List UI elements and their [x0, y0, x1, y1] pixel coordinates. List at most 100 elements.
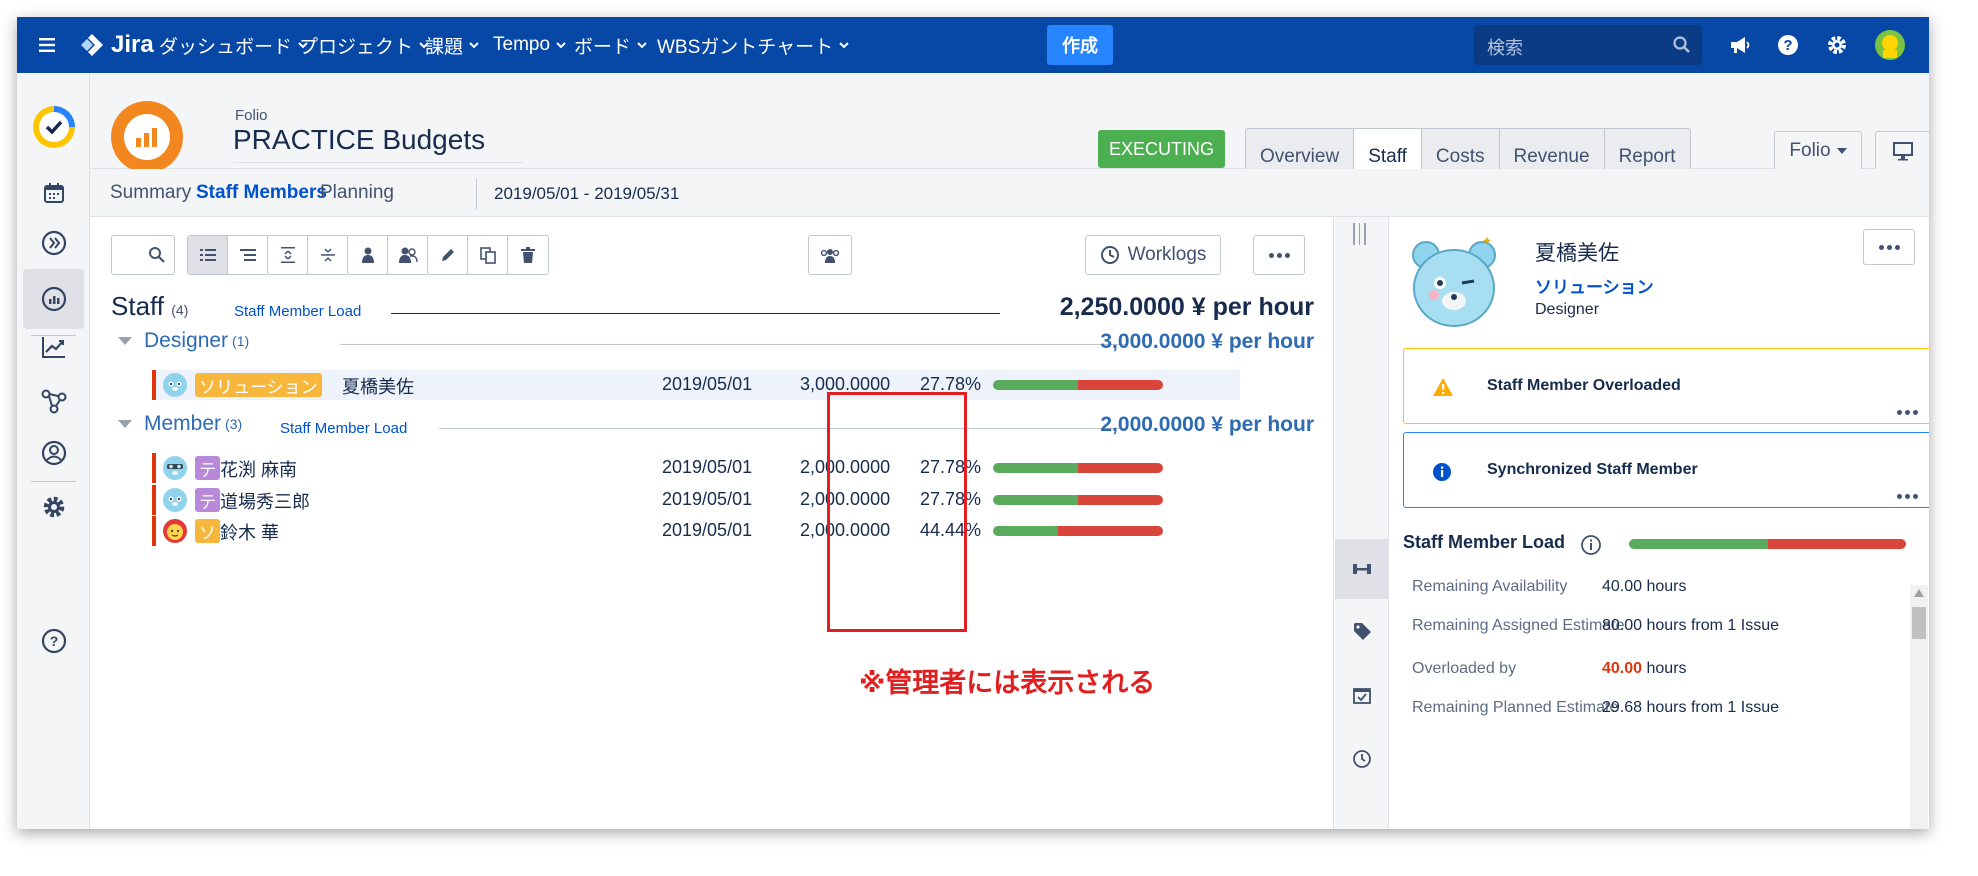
- staff-section-title: Staff (4): [111, 291, 188, 322]
- tree-view-button[interactable]: [228, 236, 268, 274]
- delete-button[interactable]: [508, 236, 548, 274]
- jira-logo-text: Jira: [111, 31, 154, 58]
- megaphone-icon[interactable]: [1729, 17, 1751, 73]
- help-icon[interactable]: ?: [1777, 17, 1799, 73]
- resize-handle[interactable]: [1353, 223, 1366, 245]
- single-user-button[interactable]: [348, 236, 388, 274]
- avatar-icon: [1875, 30, 1905, 60]
- scroll-up-icon[interactable]: [1914, 589, 1924, 597]
- project-logo-icon[interactable]: [17, 87, 90, 167]
- project-avatar[interactable]: [111, 101, 183, 173]
- more-actions-button[interactable]: [1253, 235, 1305, 275]
- date-range[interactable]: 2019/05/01 - 2019/05/31: [494, 184, 679, 204]
- scroll-thumb[interactable]: [1912, 607, 1926, 639]
- table-row[interactable]: テ 道場秀三郎 2019/05/01 2,000.0000 27.78%: [152, 485, 1252, 515]
- team-tag-label: ソリューション: [199, 377, 318, 397]
- staff-detail-name: 夏橋美佐: [1535, 242, 1619, 265]
- search-input[interactable]: 検索: [1474, 25, 1702, 65]
- alert-overloaded[interactable]: Staff Member Overloaded: [1403, 348, 1929, 424]
- workload-icon[interactable]: [1335, 539, 1389, 599]
- tag-icon[interactable]: [1335, 601, 1389, 661]
- filter-search-button[interactable]: [111, 235, 175, 275]
- nav-projects[interactable]: プロジェクト: [299, 17, 429, 73]
- menu-icon[interactable]: [39, 17, 55, 73]
- expand-icon: [280, 247, 295, 263]
- caret-down-icon: [118, 420, 132, 428]
- folio-menu-button[interactable]: Folio: [1774, 131, 1862, 171]
- info-outline-icon[interactable]: [1580, 534, 1602, 556]
- staff-divider: [391, 313, 1000, 314]
- gear-icon[interactable]: [1825, 17, 1849, 73]
- sub-navigation: Summary Staff Members Planning 2019/05/0…: [90, 169, 1929, 217]
- copy-button[interactable]: [468, 236, 508, 274]
- table-row[interactable]: ソリューション 夏橋美佐 2019/05/01 3,000.0000 27.78…: [152, 370, 1240, 400]
- app-window: Jira ダッシュボード プロジェクト 課題 Tempo ボード WBSガントチ…: [17, 17, 1929, 829]
- load-section-title: Staff Member Load: [1403, 532, 1566, 552]
- top-navigation-bar: Jira ダッシュボード プロジェクト 課題 Tempo ボード WBSガントチ…: [17, 17, 1929, 73]
- trend-chart-icon[interactable]: [17, 317, 90, 377]
- subtab-staff-members[interactable]: Staff Members: [196, 182, 327, 204]
- scrollbar[interactable]: [1910, 585, 1928, 829]
- alert-menu-icon[interactable]: [1897, 410, 1918, 415]
- staff-main-panel: Worklogs Staff (4) Staff Member Load 2,2…: [90, 217, 1334, 829]
- nav-issues[interactable]: 課題: [425, 17, 479, 73]
- staff-detail-panel: ✦ 夏橋美佐 ソリューション Designer Staff Member Ove…: [1390, 217, 1929, 829]
- edit-actions: [427, 235, 549, 275]
- bar-chart-icon: [136, 128, 157, 147]
- group-member-name: Member: [144, 412, 222, 435]
- collapse-all-button[interactable]: [308, 236, 348, 274]
- user-avatar[interactable]: [1874, 17, 1906, 73]
- copy-icon: [479, 247, 496, 264]
- hierarchy-icon[interactable]: [17, 371, 90, 431]
- nav-dashboard-label: ダッシュボード: [159, 36, 293, 58]
- member-name: 夏橋美佐: [342, 377, 414, 397]
- forward-circle-icon[interactable]: [17, 213, 90, 273]
- table-row[interactable]: テ 花渕 麻南 2019/05/01 2,000.0000 27.78%: [152, 453, 1252, 483]
- subtab-summary[interactable]: Summary: [110, 182, 191, 204]
- team-tag-label: テ: [199, 460, 216, 480]
- settings-gear-icon[interactable]: [17, 477, 90, 537]
- table-row[interactable]: ソ 鈴木 華 2019/05/01 2,000.0000 44.44%: [152, 516, 1252, 546]
- collapse-icon: [321, 248, 335, 262]
- calendar-check-icon[interactable]: [1335, 665, 1389, 725]
- presentation-button[interactable]: [1876, 132, 1929, 170]
- detail-more-button[interactable]: [1863, 229, 1915, 265]
- alert-synchronized[interactable]: Synchronized Staff Member: [1403, 432, 1929, 508]
- staff-load-link[interactable]: Staff Member Load: [234, 303, 361, 320]
- group-users-button[interactable]: [388, 236, 428, 274]
- nav-wbs-gantt[interactable]: WBSガントチャート: [657, 17, 849, 73]
- nav-issues-label: 課題: [425, 36, 464, 58]
- user-icon: [361, 247, 374, 263]
- info-icon: [1433, 463, 1451, 481]
- member-name: 道場秀三郎: [220, 492, 310, 512]
- nav-projects-label: プロジェクト: [299, 36, 414, 58]
- help-circle-icon[interactable]: ?: [17, 611, 90, 671]
- group-member-header[interactable]: Member (3): [118, 412, 242, 436]
- user-circle-icon[interactable]: [17, 423, 90, 483]
- staff-count: (4): [171, 302, 189, 318]
- status-badge: EXECUTING: [1098, 130, 1226, 168]
- expand-all-button[interactable]: [268, 236, 308, 274]
- load-progress-bar: [993, 495, 1163, 505]
- list-view-button[interactable]: [188, 236, 228, 274]
- staff-detail-team[interactable]: ソリューション: [1535, 273, 1654, 298]
- nav-boards[interactable]: ボード: [574, 17, 647, 73]
- member-date: 2019/05/01: [662, 489, 753, 509]
- alert-menu-icon[interactable]: [1897, 494, 1918, 499]
- nav-tempo[interactable]: Tempo: [493, 17, 566, 73]
- edit-button[interactable]: [428, 236, 468, 274]
- worklogs-button[interactable]: Worklogs: [1085, 235, 1221, 275]
- jira-logo[interactable]: Jira: [79, 17, 154, 73]
- create-button[interactable]: 作成: [1047, 25, 1113, 65]
- svg-text:?: ?: [1783, 37, 1792, 54]
- member-load-link[interactable]: Staff Member Load: [280, 420, 407, 437]
- nav-dashboard[interactable]: ダッシュボード: [159, 17, 308, 73]
- project-category[interactable]: Folio: [235, 107, 268, 124]
- clock-icon[interactable]: [1335, 729, 1389, 789]
- subtab-planning[interactable]: Planning: [320, 182, 394, 204]
- list-icon: [199, 249, 216, 261]
- project-header: Folio PRACTICE Budgets EXECUTING Overvie…: [90, 73, 1929, 186]
- team-button[interactable]: [808, 235, 852, 275]
- planned-estimate-label: Remaining Planned Estimate: [1412, 699, 1619, 716]
- group-designer-header[interactable]: Designer (1): [118, 329, 249, 353]
